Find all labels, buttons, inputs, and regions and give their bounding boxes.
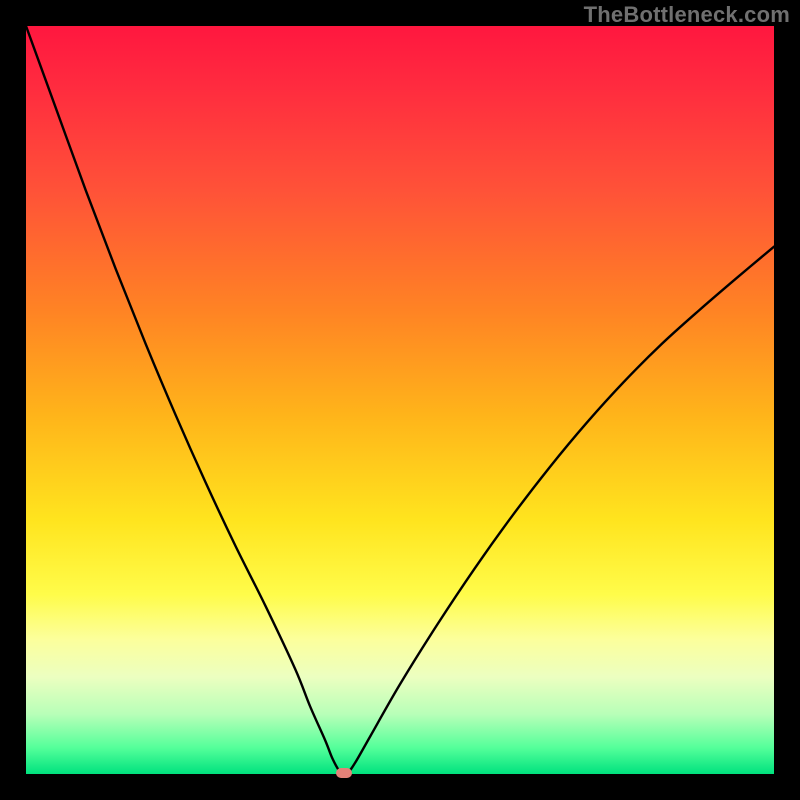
chart-frame: TheBottleneck.com [0,0,800,800]
watermark-text: TheBottleneck.com [584,2,790,28]
optimal-point-marker [336,768,352,778]
plot-area [26,26,774,774]
bottleneck-curve [26,26,774,774]
